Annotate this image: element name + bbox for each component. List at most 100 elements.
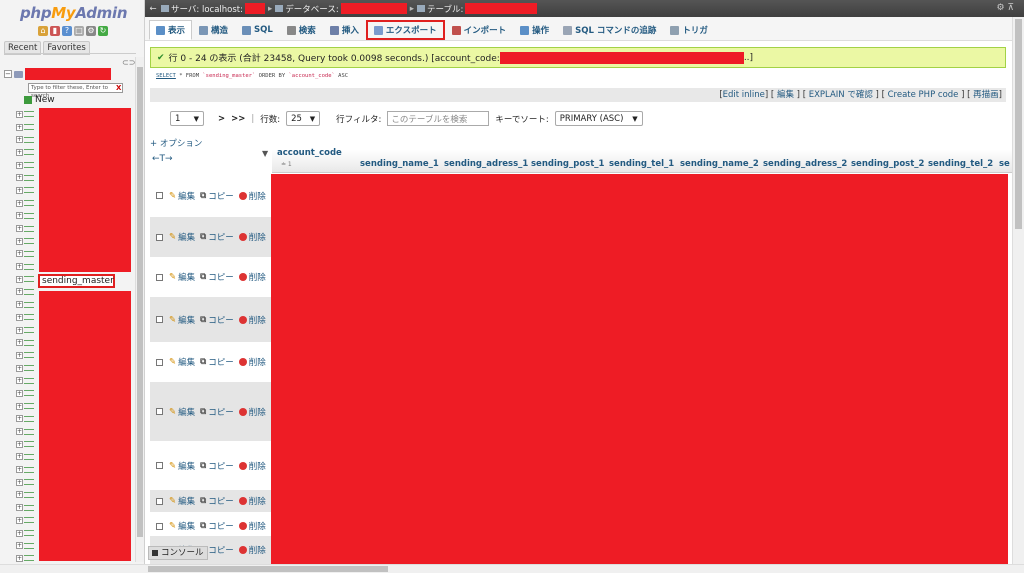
expand-icon[interactable]: +: [16, 199, 23, 207]
sort-key-select[interactable]: PRIMARY (ASC) ▼: [554, 111, 643, 126]
horizontal-scrollbar[interactable]: [0, 564, 1024, 573]
breadcrumb-table[interactable]: テーブル:: [417, 3, 538, 15]
tree-row[interactable]: +: [16, 171, 34, 184]
expand-icon[interactable]: +: [16, 377, 23, 385]
copy-row-link[interactable]: コピー: [208, 406, 234, 418]
row-checkbox[interactable]: [156, 462, 163, 469]
column-resize-arrows[interactable]: ←T→: [152, 154, 173, 164]
tab-sql[interactable]: SQL: [235, 20, 280, 40]
column-header[interactable]: se: [999, 154, 1010, 174]
expand-icon[interactable]: +: [16, 402, 23, 410]
delete-row-link[interactable]: 削除: [249, 495, 266, 507]
expand-icon[interactable]: +: [16, 161, 23, 169]
column-header[interactable]: sending_post_1: [531, 154, 604, 174]
expand-icon[interactable]: +: [16, 136, 23, 144]
delete-row-link[interactable]: 削除: [249, 190, 266, 202]
expand-icon[interactable]: +: [16, 529, 23, 537]
expand-icon[interactable]: +: [16, 313, 23, 321]
expand-icon[interactable]: +: [16, 212, 23, 220]
tree-row[interactable]: +: [16, 400, 34, 413]
row-checkbox[interactable]: [156, 408, 163, 415]
column-header[interactable]: sending_adress_1: [444, 154, 528, 174]
column-header[interactable]: sending_name_1: [360, 154, 439, 174]
edit-inline-link[interactable]: Edit inline: [723, 90, 765, 100]
expand-icon[interactable]: +: [16, 237, 23, 245]
copy-row-link[interactable]: コピー: [208, 520, 234, 532]
explain-link[interactable]: EXPLAIN で確認: [809, 90, 873, 100]
reload-icon[interactable]: ↻: [98, 26, 108, 36]
edit-row-link[interactable]: 編集: [178, 460, 195, 472]
tree-row[interactable]: +: [16, 476, 34, 489]
create-php-link[interactable]: Create PHP code: [888, 90, 959, 100]
expand-icon[interactable]: +: [16, 364, 23, 372]
breadcrumb-database[interactable]: データベース:: [275, 3, 407, 15]
row-checkbox[interactable]: [156, 497, 163, 505]
home-icon[interactable]: ⌂: [38, 26, 48, 36]
tree-row[interactable]: +: [16, 527, 34, 540]
tree-row[interactable]: +: [16, 159, 34, 172]
edit-row-link[interactable]: 編集: [178, 520, 195, 532]
tree-row[interactable]: +: [16, 222, 34, 235]
tree-row[interactable]: +: [16, 146, 34, 159]
tab-import[interactable]: インポート: [445, 20, 514, 40]
phpmyadmin-logo[interactable]: phpMyAdmin: [20, 4, 128, 22]
delete-row-link[interactable]: 削除: [249, 460, 266, 472]
database-root[interactable]: −: [4, 68, 111, 80]
tree-row[interactable]: +: [16, 273, 34, 286]
column-header[interactable]: sending_name_2: [680, 154, 759, 174]
tree-row[interactable]: +: [16, 501, 34, 514]
edit-row-link[interactable]: 編集: [178, 190, 195, 202]
tab-insert[interactable]: 挿入: [323, 20, 366, 40]
expand-icon[interactable]: +: [16, 250, 23, 258]
row-checkbox[interactable]: [156, 273, 163, 281]
main-vertical-scrollbar[interactable]: [1012, 17, 1024, 565]
breadcrumb-server[interactable]: サーバ: localhost:: [161, 3, 265, 15]
expand-icon[interactable]: +: [16, 440, 23, 448]
edit-row-link[interactable]: 編集: [178, 231, 195, 243]
tree-row[interactable]: +: [16, 260, 34, 273]
tab-operations[interactable]: 操作: [513, 20, 556, 40]
tree-row[interactable]: +: [16, 514, 34, 527]
expand-icon[interactable]: +: [16, 326, 23, 334]
delete-row-link[interactable]: 削除: [249, 271, 266, 283]
delete-row-link[interactable]: 削除: [249, 406, 266, 418]
nav-scrollbar[interactable]: [135, 57, 144, 562]
copy-row-link[interactable]: コピー: [208, 460, 234, 472]
column-header-account-code[interactable]: account_code: [277, 148, 342, 158]
edit-row-link[interactable]: 編集: [178, 356, 195, 368]
column-header[interactable]: sending_post_2: [851, 154, 924, 174]
expand-icon[interactable]: +: [16, 478, 23, 486]
tree-row[interactable]: +: [16, 184, 34, 197]
tree-row[interactable]: +: [16, 387, 34, 400]
tree-row[interactable]: +: [16, 451, 34, 464]
tree-row[interactable]: +: [16, 539, 34, 552]
edit-row-link[interactable]: 編集: [178, 271, 195, 283]
table-filter-input[interactable]: Type to filter these, Enter to search: [28, 83, 123, 99]
expand-icon[interactable]: +: [16, 110, 23, 118]
edit-row-link[interactable]: 編集: [178, 406, 195, 418]
row-checkbox[interactable]: [156, 233, 163, 241]
tab-export[interactable]: エクスポート: [365, 20, 445, 40]
expand-icon[interactable]: +: [16, 554, 23, 562]
expand-icon[interactable]: +: [16, 174, 23, 182]
copy-row-link[interactable]: コピー: [208, 356, 234, 368]
tree-row[interactable]: +: [16, 552, 34, 565]
settings-collapse-icons[interactable]: ⚙ ⊼: [996, 3, 1014, 13]
expand-icon[interactable]: +: [16, 542, 23, 550]
copy-row-link[interactable]: コピー: [208, 231, 234, 243]
tree-row[interactable]: +: [16, 425, 34, 438]
expand-icon[interactable]: +: [16, 504, 23, 512]
next-page-button[interactable]: >: [218, 114, 225, 124]
copy-row-link[interactable]: コピー: [208, 495, 234, 507]
delete-row-link[interactable]: 削除: [249, 314, 266, 326]
delete-row-link[interactable]: 削除: [249, 544, 266, 556]
tree-row[interactable]: +: [16, 248, 34, 261]
expand-icon[interactable]: +: [16, 225, 23, 233]
tab-triggers[interactable]: トリガ: [663, 20, 715, 40]
sort-desc-icon[interactable]: ▼: [262, 149, 268, 158]
tree-row[interactable]: +: [16, 349, 34, 362]
expand-icon[interactable]: +: [16, 351, 23, 359]
expand-icon[interactable]: +: [16, 339, 23, 347]
sql-query-text[interactable]: SELECT * FROM `sending_master` ORDER BY …: [156, 73, 348, 79]
expand-icon[interactable]: +: [16, 186, 23, 194]
